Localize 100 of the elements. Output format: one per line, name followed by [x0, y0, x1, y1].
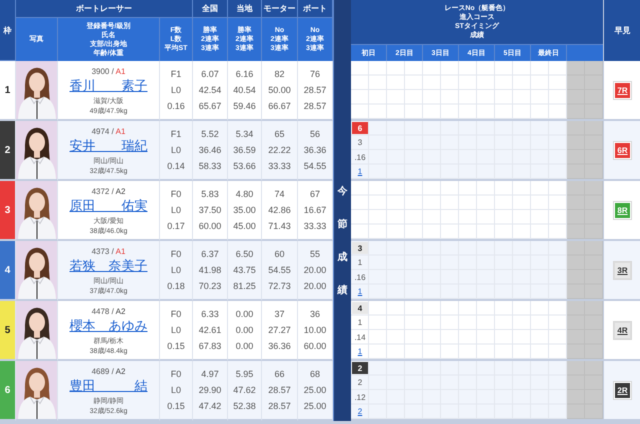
- table-cell: 22.22: [268, 145, 291, 155]
- table-cell: F1: [170, 69, 182, 79]
- table-cell: 55: [310, 249, 320, 259]
- registration-info: 4689 / A2: [92, 366, 126, 377]
- racer-name-link[interactable]: 原田 佑実: [70, 197, 148, 215]
- table-cell: 74: [274, 189, 284, 199]
- race-link-badge[interactable]: 7R: [614, 82, 631, 98]
- racer-name-link[interactable]: 櫻本 あゆみ: [70, 317, 148, 335]
- finish-link[interactable]: 1: [358, 167, 362, 176]
- shaded-column: [567, 361, 603, 419]
- table-cell: 36.59: [233, 145, 256, 155]
- lane-number: 4: [0, 241, 16, 301]
- course-text: 3: [358, 138, 362, 148]
- race-number-badge: 4: [352, 302, 368, 314]
- table-cell: 20.00: [304, 281, 326, 291]
- course-text: 2: [358, 378, 362, 388]
- table-cell: 16.67: [304, 205, 326, 215]
- table-cell: 41.98: [198, 265, 222, 275]
- table-cell: L0: [170, 205, 181, 215]
- course-text: 1: [358, 258, 362, 268]
- table-cell: 4.80: [236, 189, 254, 199]
- table-cell: 67: [310, 189, 320, 199]
- finish-link[interactable]: 1: [358, 347, 362, 356]
- registration-info: 4372 / A2: [92, 186, 126, 197]
- finish-link[interactable]: 2: [358, 407, 362, 416]
- shaded-column: [567, 301, 603, 359]
- table-cell: 43.75: [233, 265, 256, 275]
- table-cell: 58.33: [198, 161, 222, 171]
- table-cell: 25.00: [304, 385, 326, 395]
- table-cell: 47.62: [233, 385, 256, 395]
- column-header: 当地: [228, 0, 262, 18]
- table-cell: 65.67: [198, 101, 222, 111]
- race-number-badge: 3: [352, 242, 368, 254]
- table-cell: 81.25: [233, 281, 256, 291]
- table-cell: 82: [274, 69, 284, 79]
- table-cell: 76: [310, 69, 320, 79]
- table-cell: L0: [170, 265, 181, 275]
- table-cell: 66.67: [268, 101, 291, 111]
- table-cell: 28.57: [268, 401, 291, 411]
- table-cell: 53.66: [233, 161, 256, 171]
- finish-link[interactable]: 1: [358, 287, 362, 296]
- table-cell: 6.37: [201, 249, 219, 259]
- racer-name-link[interactable]: 安井 瑞紀: [70, 137, 148, 155]
- table-cell: 52.38: [233, 401, 256, 411]
- table-cell: 6.07: [201, 69, 219, 79]
- table-cell: 42.54: [198, 85, 222, 95]
- table-cell: 6.50: [236, 249, 254, 259]
- table-cell: F0: [170, 189, 182, 199]
- table-cell: F0: [170, 249, 182, 259]
- shaded-column: [567, 181, 603, 239]
- racer-name-link[interactable]: 香川 素子: [70, 77, 148, 95]
- table-cell: 60: [274, 249, 284, 259]
- table-cell: 60.00: [304, 341, 326, 351]
- table-cell: 40.54: [233, 85, 256, 95]
- registration-info: 3900 / A1: [92, 66, 126, 77]
- column-header: ボートレーサー: [16, 0, 193, 18]
- table-cell: 60.00: [198, 221, 222, 231]
- table-cell: F0: [170, 309, 182, 319]
- course-text: 1: [358, 318, 362, 328]
- column-header: 枠: [0, 0, 16, 61]
- lane-number: 5: [0, 301, 16, 361]
- table-cell: 54.55: [268, 265, 291, 275]
- shaded-column: [567, 121, 603, 179]
- table-cell: 5.95: [236, 369, 254, 379]
- table-cell: 37: [274, 309, 284, 319]
- table-cell: 29.90: [198, 385, 222, 395]
- table-cell: 28.57: [268, 385, 291, 395]
- series-label: 今節成績: [338, 184, 348, 298]
- table-cell: 72.73: [268, 281, 291, 291]
- table-cell: 35.00: [233, 205, 256, 215]
- race-link-badge[interactable]: 8R: [614, 202, 631, 218]
- table-cell: F0: [170, 369, 182, 379]
- table-cell: 0.00: [236, 325, 254, 335]
- race-link-badge[interactable]: 6R: [614, 142, 631, 158]
- table-cell: 47.42: [198, 401, 222, 411]
- table-cell: 36.46: [198, 145, 222, 155]
- table-cell: 56: [310, 129, 320, 139]
- table-cell: 4.97: [201, 369, 219, 379]
- table-cell: F1: [170, 129, 182, 139]
- shaded-column: [567, 241, 603, 299]
- start-timing-text: .14: [354, 332, 366, 342]
- table-cell: 0.14: [167, 161, 185, 171]
- table-cell: 66: [274, 369, 284, 379]
- race-link-badge[interactable]: 3R: [614, 262, 631, 278]
- lane-number: 1: [0, 61, 16, 121]
- table-cell: 0.17: [167, 221, 185, 231]
- race-link-badge[interactable]: 2R: [614, 382, 631, 398]
- table-cell: 0.15: [167, 341, 185, 351]
- racer-name-link[interactable]: 若狭 奈美子: [70, 257, 148, 275]
- table-cell: 0.00: [236, 309, 254, 319]
- table-cell: 6.16: [236, 69, 254, 79]
- table-cell: 6.33: [201, 309, 219, 319]
- table-cell: 0.00: [236, 341, 254, 351]
- table-cell: 54.55: [304, 161, 326, 171]
- racer-name-link[interactable]: 豊田 結: [70, 377, 148, 395]
- race-link-badge[interactable]: 4R: [614, 322, 631, 338]
- table-cell: 33.33: [268, 161, 291, 171]
- race-number-badge: 2: [352, 362, 368, 374]
- table-cell: 67.83: [198, 341, 222, 351]
- start-timing-text: .12: [354, 392, 366, 402]
